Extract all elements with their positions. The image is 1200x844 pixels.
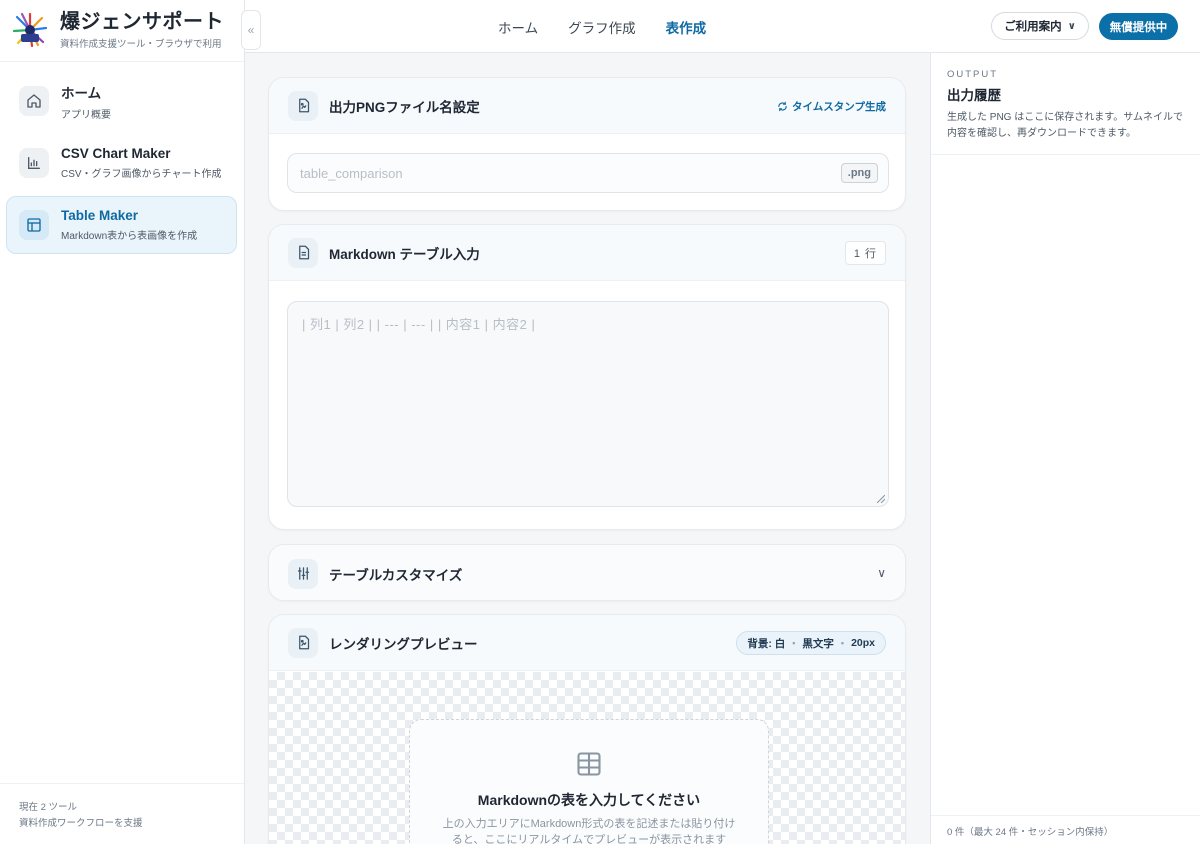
sidebar-item-title: ホーム [61, 85, 102, 101]
chevron-down-icon: ∨ [1067, 20, 1076, 32]
output-panel: OUTPUT 出力履歴 生成した PNG はここに保存されます。サムネイルで内容… [930, 53, 1200, 844]
double-chevron-left-icon: « [247, 23, 255, 37]
card-title: テーブルカスタマイズ [329, 567, 463, 583]
tool-count: 現在 2 ツール [19, 802, 78, 813]
markdown-textarea-wrapper[interactable] [287, 301, 889, 507]
extension-badge: .png [840, 163, 878, 183]
preview-canvas: Markdownの表を入力してください 上の入力エリアにMarkdown形式の表… [269, 672, 905, 844]
separator: • [840, 638, 845, 648]
separator: • [792, 638, 796, 648]
sidebar-item-csv-chart-maker[interactable]: CSV Chart Maker CSV・グラフ画像からチャート作成 [6, 134, 237, 192]
output-title: 出力履歴 [947, 88, 1001, 103]
card-header: Markdown テーブル入力 1 行 [269, 225, 905, 281]
filename-field[interactable]: .png [287, 153, 889, 193]
resize-grip-icon[interactable] [877, 495, 885, 503]
customize-toggle[interactable]: テーブルカスタマイズ ∨ [269, 545, 905, 600]
table-grid-icon [410, 750, 768, 778]
empty-state-description: 上の入力エリアにMarkdown形式の表を記述または貼り付けると、ここにリアルタ… [442, 818, 736, 844]
bar-chart-icon [19, 148, 49, 178]
sidebar-item-home[interactable]: ホーム アプリ概要 [6, 72, 237, 130]
home-icon [19, 86, 49, 116]
card-header: 出力PNGファイル名設定 タイムスタンプ生成 [269, 78, 905, 134]
preview-card: レンダリングプレビュー 背景: 白 • 黒文字 • 20px Markdownの… [268, 614, 906, 844]
output-panel-header: OUTPUT 出力履歴 生成した PNG はここに保存されます。サムネイルで内容… [931, 53, 1200, 155]
sidebar: 爆ジェンサポート 資料作成支援ツール・ブラウザで利用 ホーム アプリ概要 CSV… [0, 0, 245, 844]
render-settings-pill: 背景: 白 • 黒文字 • 20px [736, 631, 886, 655]
brand-title: 爆ジェンサポート [60, 11, 224, 33]
sidebar-item-table-maker[interactable]: Table Maker Markdown表から表画像を作成 [6, 196, 237, 254]
image-file-icon [288, 627, 318, 658]
card-header: レンダリングプレビュー 背景: 白 • 黒文字 • 20px [269, 615, 905, 671]
brand-logo [12, 12, 48, 48]
top-nav: ホーム グラフ作成 表作成 [498, 0, 736, 53]
brand[interactable]: 爆ジェンサポート 資料作成支援ツール・ブラウザで利用 [12, 10, 224, 50]
background-setting: 背景: 白 [747, 637, 786, 650]
markdown-input-card: Markdown テーブル入力 1 行 [268, 224, 906, 530]
top-nav-table[interactable]: 表作成 [666, 17, 707, 37]
markdown-textarea[interactable] [288, 302, 888, 506]
row-count-badge: 1 行 [844, 241, 886, 265]
sidebar-item-desc: Markdown表から表画像を作成 [61, 231, 198, 242]
filename-card: 出力PNGファイル名設定 タイムスタンプ生成 .png [268, 77, 906, 211]
card-title: 出力PNGファイル名設定 [329, 99, 480, 115]
filename-input[interactable] [288, 154, 788, 192]
collapse-sidebar-button[interactable]: « [241, 10, 261, 50]
chevron-down-icon: ∨ [877, 566, 886, 580]
empty-state: Markdownの表を入力してください 上の入力エリアにMarkdown形式の表… [409, 719, 769, 844]
divider [0, 61, 244, 62]
top-bar: ホーム グラフ作成 表作成 ご利用案内 ∨ 無償提供中 [245, 0, 1200, 53]
sidebar-item-desc: CSV・グラフ画像からチャート作成 [61, 169, 222, 180]
image-file-icon [288, 90, 318, 121]
customize-card: テーブルカスタマイズ ∨ [268, 544, 906, 601]
document-icon [288, 237, 318, 268]
timestamp-generate-button[interactable]: タイムスタンプ生成 [777, 99, 886, 114]
refresh-icon [778, 101, 787, 111]
sidebar-nav: ホーム アプリ概要 CSV Chart Maker CSV・グラフ画像からチャー… [6, 72, 237, 258]
sidebar-footer: 現在 2 ツール 資料作成ワークフローを支援 [0, 783, 244, 844]
sliders-icon [288, 558, 318, 589]
guide-label: ご利用案内 [1004, 21, 1062, 33]
card-title: Markdown テーブル入力 [329, 246, 480, 262]
free-offer-button[interactable]: 無償提供中 [1099, 13, 1178, 40]
timestamp-label: タイムスタンプ生成 [792, 100, 886, 113]
top-nav-home[interactable]: ホーム [498, 17, 538, 37]
sidebar-item-title: Table Maker [61, 208, 139, 223]
guide-dropdown-button[interactable]: ご利用案内 ∨ [991, 12, 1089, 40]
table-icon [19, 210, 49, 240]
output-description: 生成した PNG はここに保存されます。サムネイルで内容を確認し、再ダウンロード… [947, 112, 1184, 139]
font-size-setting: 20px [851, 637, 875, 649]
sidebar-item-desc: アプリ概要 [61, 109, 111, 121]
empty-state-title: Markdownの表を入力してください [477, 792, 701, 808]
footer-tagline: 資料作成ワークフローを支援 [19, 818, 143, 829]
output-eyebrow: OUTPUT [947, 69, 999, 80]
text-color-setting: 黒文字 [802, 637, 834, 650]
brand-subtitle: 資料作成支援ツール・ブラウザで利用 [60, 39, 222, 50]
top-nav-chart[interactable]: グラフ作成 [568, 17, 636, 37]
sidebar-item-title: CSV Chart Maker [61, 146, 171, 161]
output-count: 0 件（最大 24 件・セッション内保持） [931, 815, 1200, 844]
card-title: レンダリングプレビュー [329, 636, 478, 652]
